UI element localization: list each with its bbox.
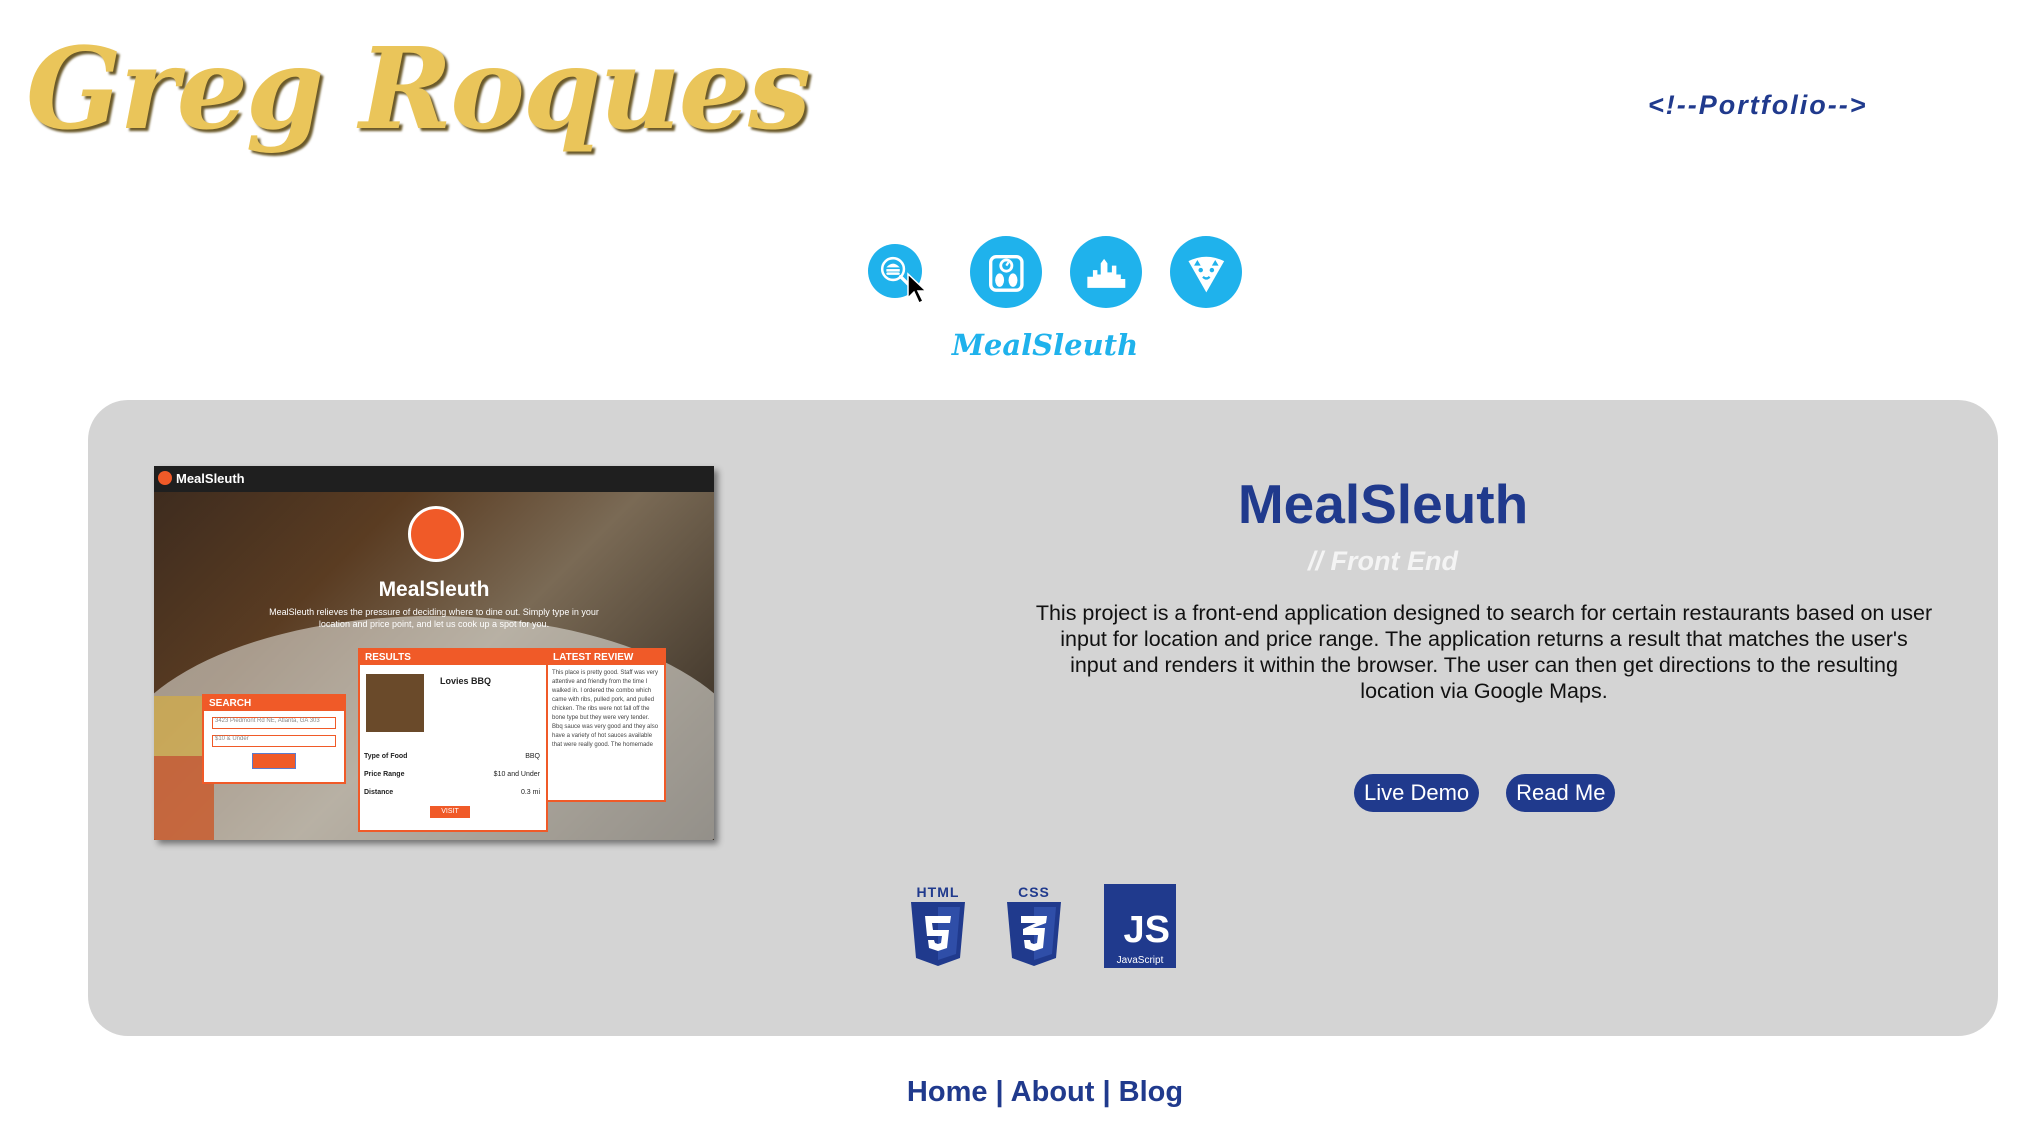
burger-badge-icon <box>408 506 464 562</box>
live-demo-button[interactable]: Live Demo <box>1354 774 1480 812</box>
search-header: SEARCH <box>204 696 344 711</box>
price-field: $10 & Under <box>212 735 336 747</box>
tech-stack: HTML CSS JS JavaScript <box>908 884 1176 968</box>
type-label: Type of Food <box>364 753 408 760</box>
footer-home-link[interactable]: Home <box>907 1076 988 1108</box>
pizza-cat-icon <box>1188 256 1224 293</box>
app-logo-icon <box>158 471 172 485</box>
active-project-label: MealSleuth <box>951 328 1139 362</box>
project-scale-button[interactable] <box>970 236 1042 308</box>
site-logo[interactable]: Greg Roques <box>26 24 811 155</box>
result-name: Lovies BBQ <box>440 676 492 686</box>
project-title: MealSleuth <box>1237 473 1529 535</box>
css3-shield-icon <box>1007 902 1061 966</box>
price-value: $10 and Under <box>493 771 540 778</box>
html-label: HTML <box>916 884 960 900</box>
css-label: CSS <box>1018 884 1050 900</box>
visit-button: VISIT <box>430 806 470 818</box>
scale-icon <box>988 254 1024 292</box>
javascript-badge: JS JavaScript <box>1104 884 1176 968</box>
css3-badge: CSS <box>1004 884 1064 966</box>
project-description: This project is a front-end application … <box>1035 601 1933 703</box>
html5-badge: HTML <box>908 884 968 966</box>
project-actions: Live Demo Read Me <box>1354 774 1616 812</box>
location-field: 3423 Piedmont Rd NE, Atlanta, GA 303 <box>212 717 336 729</box>
project-card: MealSleuth MealSleuth MealSleuth relieve… <box>88 400 1998 1036</box>
screenshot-search-panel: SEARCH 3423 Piedmont Rd NE, Atlanta, GA … <box>202 694 346 784</box>
portfolio-link[interactable]: <!--Portfolio--> <box>1648 90 1867 121</box>
search-button <box>252 753 296 769</box>
html5-shield-icon <box>911 902 965 966</box>
food-photo <box>366 674 424 732</box>
screenshot-tagline: MealSleuth relieves the pressure of deci… <box>269 607 599 629</box>
screenshot-app-name: MealSleuth <box>176 471 245 486</box>
footer-blog-link[interactable]: Blog <box>1119 1076 1183 1108</box>
result-details: Type of Food BBQ Price Range $10 and Under… <box>364 748 540 802</box>
project-type: // Front End <box>1308 546 1458 576</box>
mouse-cursor-icon <box>907 272 928 305</box>
type-value: BBQ <box>525 753 540 760</box>
city-skyline-icon <box>1087 258 1125 288</box>
footer-nav: Home | About | Blog <box>0 1076 2026 1109</box>
javascript-caption: JavaScript <box>1116 955 1164 966</box>
js-label: JS <box>1123 909 1170 951</box>
footer-separator: | <box>1102 1076 1111 1108</box>
price-label: Price Range <box>364 771 405 778</box>
screenshot-review-panel: LATEST REVIEW This place is pretty good.… <box>546 648 666 802</box>
footer-about-link[interactable]: About <box>1011 1076 1095 1108</box>
review-header: LATEST REVIEW <box>548 650 664 665</box>
review-text: This place is pretty good. Staff was ver… <box>552 670 659 748</box>
results-header: RESULTS <box>360 650 546 665</box>
read-me-button[interactable]: Read Me <box>1506 774 1616 812</box>
project-pizza-button[interactable] <box>1170 236 1242 308</box>
project-city-button[interactable] <box>1070 236 1142 308</box>
footer-separator: | <box>995 1076 1004 1108</box>
screenshot-navbar: MealSleuth <box>154 466 714 492</box>
distance-label: Distance <box>364 789 394 796</box>
distance-value: 0.3 mi <box>520 789 540 796</box>
screenshot-results-panel: RESULTS Lovies BBQ Type of Food BBQ Price… <box>358 648 548 832</box>
project-screenshot: MealSleuth MealSleuth MealSleuth relieve… <box>154 466 714 840</box>
screenshot-hero-title: MealSleuth <box>378 578 490 601</box>
